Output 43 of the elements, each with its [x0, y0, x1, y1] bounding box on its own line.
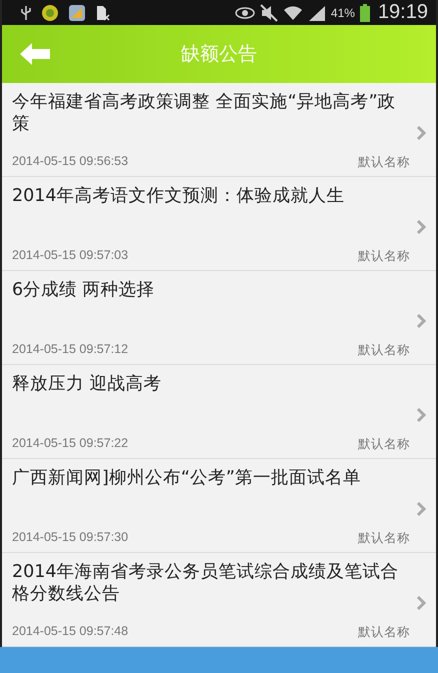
news-date: 2014-05-15 09:57:22	[12, 436, 128, 452]
news-title: 2014年高考语文作文预测：体验成就人生	[12, 184, 346, 206]
mute-icon	[260, 4, 278, 22]
news-title: 6分成绩 两种选择	[12, 278, 156, 300]
news-item[interactable]: 6分成绩 两种选择 2014-05-15 09:57:12 默认名称	[2, 271, 436, 365]
clock: 19:19	[378, 1, 428, 24]
news-item[interactable]: 释放压力 迎战高考 2014-05-15 09:57:22 默认名称	[2, 365, 436, 459]
eye-icon	[234, 6, 255, 20]
news-title: 释放压力 迎战高考	[12, 372, 163, 394]
news-item[interactable]: 2014年海南省考录公务员笔试综合成绩及笔试合格分数线公告 2014-05-15 09:57:48 默认名称	[2, 553, 436, 647]
news-date: 2014-05-15 09:57:48	[12, 624, 128, 640]
news-source: 默认名称	[358, 342, 410, 358]
chevron-right-icon	[416, 312, 426, 328]
news-date: 2014-05-15 09:57:30	[12, 530, 128, 546]
sim-card-icon	[95, 4, 111, 22]
news-item[interactable]: 今年福建省高考政策调整 全面实施“异地高考”政策 2014-05-15 09:56:53 默认名称	[2, 83, 436, 177]
battery-icon	[360, 4, 370, 22]
app-icon	[41, 4, 59, 22]
chevron-right-icon	[416, 406, 426, 422]
signal-icon	[308, 4, 326, 20]
news-date: 2014-05-15 09:56:53	[12, 154, 128, 170]
news-title: 今年福建省高考政策调整 全面实施“异地高考”政策	[12, 90, 397, 134]
usb-icon	[20, 4, 32, 20]
chevron-right-icon	[416, 218, 426, 234]
back-arrow-icon	[20, 43, 50, 65]
chevron-right-icon	[416, 124, 426, 140]
news-source: 默认名称	[358, 624, 410, 640]
battery-percent: 41%	[330, 6, 355, 20]
news-title: 广西新闻网]柳州公布“公考”第一批面试名单	[12, 466, 362, 488]
news-source: 默认名称	[358, 436, 410, 452]
news-item[interactable]: 广西新闻网]柳州公布“公考”第一批面试名单 2014-05-15 09:57:30 默认名称	[2, 459, 436, 553]
news-date: 2014-05-15 09:57:03	[12, 248, 128, 264]
chevron-right-icon	[416, 500, 426, 516]
news-source: 默认名称	[358, 248, 410, 264]
wifi-icon	[282, 4, 303, 22]
news-item[interactable]: 2014年高考语文作文预测：体验成就人生 2014-05-15 09:57:03 默认名称	[2, 177, 436, 271]
news-source: 默认名称	[358, 530, 410, 546]
news-title: 2014年海南省考录公务员笔试综合成绩及笔试合格分数线公告	[12, 560, 400, 604]
news-source: 默认名称	[358, 154, 410, 170]
app-icon	[68, 4, 86, 22]
page-title: 缺额公告	[180, 42, 258, 67]
chevron-right-icon	[416, 594, 426, 610]
news-date: 2014-05-15 09:57:12	[12, 342, 128, 358]
